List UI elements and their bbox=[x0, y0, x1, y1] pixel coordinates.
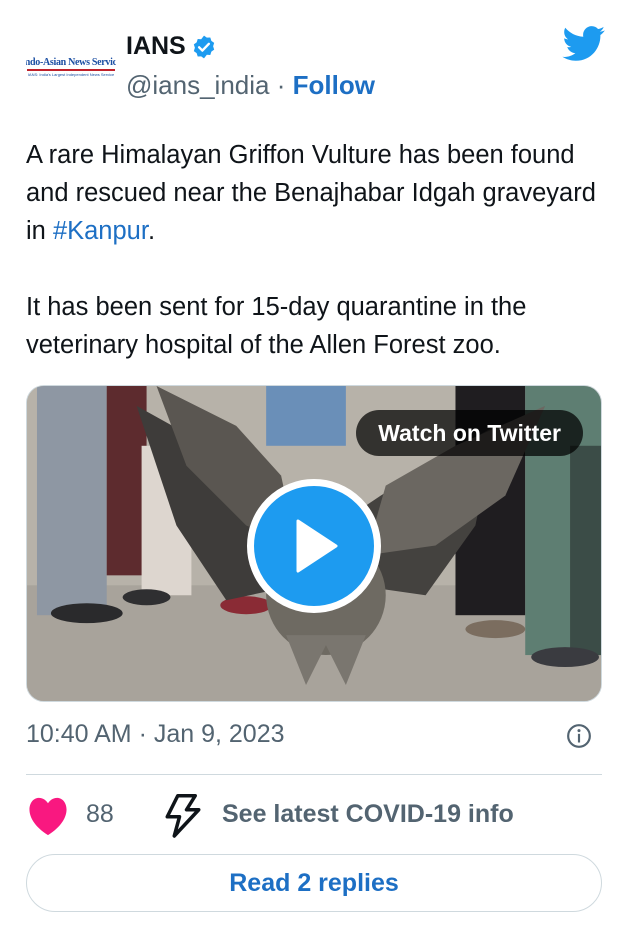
tweet-text: A rare Himalayan Griffon Vulture has bee… bbox=[26, 136, 601, 364]
like-count[interactable]: 88 bbox=[86, 800, 114, 829]
video-thumbnail[interactable]: Watch on Twitter bbox=[26, 385, 602, 702]
tweet-text-part: . bbox=[147, 217, 156, 245]
handle-separator: · bbox=[276, 70, 286, 100]
play-icon bbox=[296, 519, 338, 573]
tweet-date: Jan 9, 2023 bbox=[153, 720, 285, 748]
bolt-icon[interactable] bbox=[162, 792, 204, 838]
twitter-bird-icon[interactable] bbox=[562, 26, 606, 62]
verified-badge-icon bbox=[193, 35, 214, 58]
embedded-tweet-card: Indo-Asian News Service IANS: India's La… bbox=[0, 0, 625, 936]
avatar-logo-subtext: IANS: India's Largest Independent News S… bbox=[27, 72, 115, 77]
play-button[interactable] bbox=[247, 479, 381, 613]
author-name-row: IANS bbox=[126, 32, 217, 61]
covid-info-link[interactable]: See latest COVID-19 info bbox=[222, 800, 514, 829]
divider bbox=[26, 774, 602, 775]
avatar[interactable]: Indo-Asian News Service IANS: India's La… bbox=[26, 22, 116, 112]
tweet-paragraph-2: It has been sent for 15-day quarantine i… bbox=[26, 293, 527, 359]
info-icon[interactable] bbox=[566, 723, 592, 749]
tweet-timestamp[interactable]: 10:40 AM · Jan 9, 2023 bbox=[26, 720, 285, 749]
avatar-logo-text: Indo-Asian News Service bbox=[26, 57, 116, 68]
heart-icon[interactable] bbox=[26, 796, 70, 836]
tweet-actions: 88 See latest COVID-19 info bbox=[26, 792, 602, 838]
avatar-logo-bar bbox=[27, 69, 115, 71]
author-name[interactable]: IANS bbox=[126, 32, 186, 61]
author-handle-row: @ians_india · Follow bbox=[126, 70, 375, 101]
tweet-header: Indo-Asian News Service IANS: India's La… bbox=[26, 22, 606, 112]
tweet-paragraph-1: A rare Himalayan Griffon Vulture has bee… bbox=[26, 136, 601, 250]
timestamp-separator: · bbox=[131, 720, 154, 748]
hashtag-link[interactable]: #Kanpur bbox=[53, 217, 148, 245]
tweet-time: 10:40 AM bbox=[26, 720, 132, 748]
follow-button[interactable]: Follow bbox=[293, 70, 375, 100]
author-handle[interactable]: @ians_india bbox=[126, 70, 269, 100]
watch-on-twitter-button[interactable]: Watch on Twitter bbox=[356, 410, 583, 456]
read-replies-button[interactable]: Read 2 replies bbox=[26, 854, 602, 912]
